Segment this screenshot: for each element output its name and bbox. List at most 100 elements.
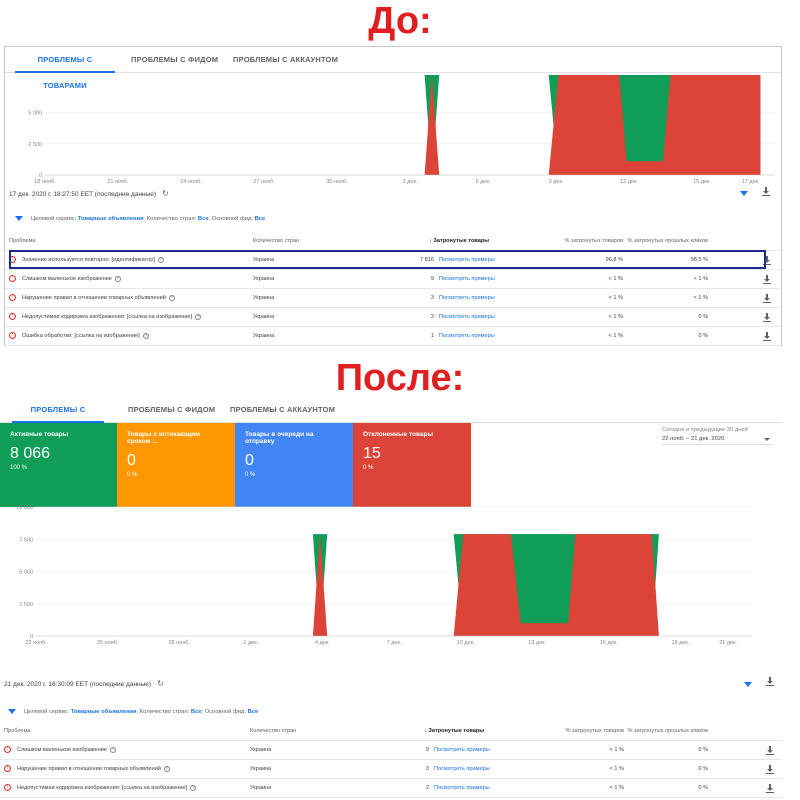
card-value: 8 066 — [10, 445, 51, 462]
x-tick-label: 24 нояб. — [180, 179, 202, 185]
filter-summary[interactable]: Целевой сервис: Товарные объявления; Кол… — [0, 705, 782, 719]
series-green-area — [45, 75, 761, 175]
problem-cell: ! Слишком маленькое изображение? — [9, 270, 121, 289]
tab-product-issues[interactable]: ПРОБЛЕМЫ С ТОВАРАМИ — [12, 397, 104, 440]
view-examples-link[interactable]: Посмотреть примеры — [439, 289, 495, 308]
download-icon[interactable] — [766, 784, 774, 793]
problem-cell: ! Нарушение правил в отношении товарных о… — [9, 289, 175, 308]
country-cell: Украина — [250, 766, 272, 772]
date-range-picker[interactable]: Сегодня и предыдущие 30 дней 22 нояб. – … — [662, 427, 772, 445]
problem-text: Слишком маленькое изображение — [22, 276, 112, 282]
card-value: 15 — [363, 445, 381, 462]
tab-product-issues[interactable]: ПРОБЛЕМЫ С ТОВАРАМИ — [15, 47, 115, 90]
card-label: Товары с истекающим сроком ... — [127, 431, 200, 445]
y-tick-label: 10 000 — [16, 505, 33, 511]
download-icon[interactable] — [763, 313, 771, 322]
problem-text: Недопустимая кодировка изображения: [ссы… — [17, 785, 188, 791]
view-examples-link[interactable]: Посмотреть примеры — [439, 327, 495, 346]
table-row[interactable]: ! Слишком маленькое изображение? Украина 9 П… — [0, 741, 782, 760]
help-icon[interactable]: ? — [163, 765, 170, 772]
table-row[interactable]: ! Ошибка обработки: [ссылка на изображени… — [5, 327, 781, 346]
col-affected[interactable]: ↓ Затронутые товары — [429, 232, 489, 251]
download-icon[interactable] — [763, 332, 771, 341]
col-countries[interactable]: Количество стран — [250, 722, 296, 741]
help-icon[interactable]: ? — [142, 332, 149, 339]
series-red-area — [312, 534, 659, 636]
col-pct-clicks[interactable]: % затронутых прошлых кликов — [558, 232, 708, 251]
table-header: Проблема Количество стран ↓ Затронутые тов… — [5, 232, 781, 251]
filter-icon[interactable] — [744, 682, 752, 687]
table-row[interactable]: ! Нарушение правил в отношении товарных о… — [5, 289, 781, 308]
filter-icon[interactable] — [740, 191, 748, 196]
tab-account-issues[interactable]: ПРОБЛЕМЫ С АККАУНТОМ — [230, 397, 335, 423]
y-tick-label: 7 500 — [19, 537, 33, 543]
view-examples-link[interactable]: Посмотреть примеры — [434, 741, 490, 760]
country-cell: Украина — [253, 295, 275, 301]
country-cell: Украина — [253, 333, 275, 339]
view-examples-link[interactable]: Посмотреть примеры — [439, 308, 495, 327]
col-affected[interactable]: ↓ Затронутые товары — [424, 722, 484, 741]
error-icon: ! — [9, 313, 16, 321]
download-icon[interactable] — [763, 275, 771, 284]
clicks-cell: 0 % — [698, 314, 708, 320]
x-tick-label: 25 нояб. — [97, 640, 119, 646]
country-cell: Украина — [253, 276, 275, 282]
problem-text: Недопустимая кодировка изображения: [ссы… — [22, 314, 193, 320]
download-icon[interactable] — [762, 187, 770, 196]
card-label: Товары в очереди на отправку — [245, 431, 314, 445]
tab-feed-issues[interactable]: ПРОБЛЕМЫ С ФИДОМ — [131, 47, 218, 73]
table-row[interactable]: ! Нарушение правил в отношении товарных о… — [0, 760, 782, 779]
clicks-cell: 0 % — [698, 785, 708, 791]
filter-countries-label: ; Количество стран: — [136, 709, 190, 715]
tab-feed-issues[interactable]: ПРОБЛЕМЫ С ФИДОМ — [128, 397, 215, 423]
help-icon[interactable]: ? — [114, 275, 121, 282]
x-tick-label: 7 дек. — [387, 640, 402, 646]
problem-text: Нарушение правил в отношении товарных об… — [17, 766, 161, 772]
refresh-icon[interactable]: ↻ — [162, 187, 169, 201]
col-countries[interactable]: Количество стран — [253, 232, 299, 251]
chart-after: 10 0007 5005 0002 500022 нояб. 25 нояб. 28… — [16, 505, 752, 646]
date-range-value: 22 нояб. – 21 дек. 2020 — [662, 436, 725, 442]
download-icon[interactable] — [763, 294, 771, 303]
view-examples-link[interactable]: Посмотреть примеры — [434, 779, 490, 798]
x-tick-label: 9 дек. — [549, 179, 564, 185]
problem-cell: ! Нарушение правил в отношении товарных о… — [4, 760, 170, 779]
filter-icon — [8, 709, 16, 714]
help-icon[interactable]: ? — [109, 746, 116, 753]
help-icon[interactable]: ? — [195, 313, 202, 320]
card-pct: 100 % — [10, 465, 28, 471]
table-row[interactable]: ! Недопустимая кодировка изображения: [сс… — [5, 308, 781, 327]
table-row[interactable]: ! Недопустимая кодировка изображения: [сс… — [0, 779, 782, 798]
timestamp: 17 дек. 2020 г. 18:27:50 EET (последние … — [9, 191, 157, 198]
card-active[interactable]: Активные товары 8 066 100 % — [0, 423, 117, 507]
y-tick-label: 2 500 — [28, 142, 42, 148]
x-tick-label: 21 дек. — [719, 640, 737, 646]
card-disapproved[interactable]: Отклоненные товары 15 0 % — [353, 423, 471, 507]
help-icon[interactable]: ? — [190, 784, 197, 791]
card-pct: 0 % — [363, 465, 374, 471]
download-icon[interactable] — [766, 765, 774, 774]
view-examples-link[interactable]: Посмотреть примеры — [434, 760, 490, 779]
count-cell: 9 — [425, 747, 429, 753]
refresh-icon[interactable]: ↻ — [157, 677, 164, 691]
error-icon: ! — [4, 746, 11, 754]
clicks-cell: < 1 % — [693, 295, 708, 301]
timestamp-row: 17 дек. 2020 г. 18:27:50 EET (последние … — [5, 187, 781, 201]
card-expiring[interactable]: Товары с истекающим сроком ... 0 0 % — [117, 423, 235, 507]
filter-icon — [15, 216, 23, 221]
col-problem[interactable]: Проблема — [4, 722, 31, 741]
help-icon[interactable]: ? — [168, 294, 175, 301]
count-cell: 2 — [430, 314, 434, 320]
download-icon[interactable] — [766, 746, 774, 755]
date-range-label: Сегодня и предыдущие 30 дней — [662, 427, 748, 433]
download-icon[interactable] — [766, 677, 774, 686]
card-pending[interactable]: Товары в очереди на отправку 0 0 % — [235, 423, 353, 507]
y-tick-label: 2 500 — [19, 602, 33, 608]
tab-account-issues[interactable]: ПРОБЛЕМЫ С АККАУНТОМ — [233, 47, 338, 73]
table-row[interactable]: ! Слишком маленькое изображение? Украина 9 П… — [5, 270, 781, 289]
view-examples-link[interactable]: Посмотреть примеры — [439, 270, 495, 289]
issues-table: Проблема Количество стран ↓ Затронутые тов… — [0, 722, 782, 798]
filter-summary[interactable]: Целевой сервис: Товарные объявления; Кол… — [5, 212, 781, 226]
col-pct-clicks[interactable]: % затронутых прошлых кликов — [558, 722, 708, 741]
col-problem[interactable]: Проблема — [9, 232, 36, 251]
